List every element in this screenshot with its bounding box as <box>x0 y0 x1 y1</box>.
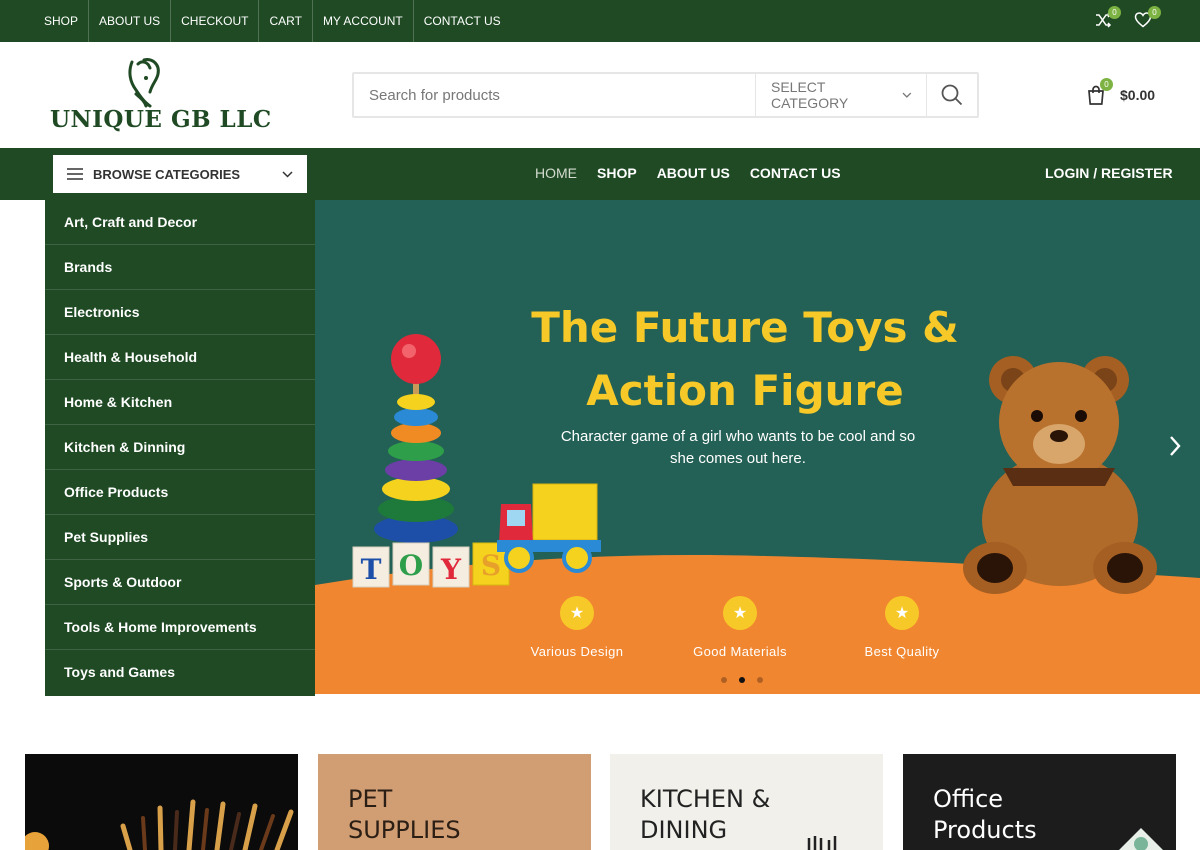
svg-text:Y: Y <box>440 553 462 586</box>
slider-dot-1[interactable] <box>721 677 727 683</box>
slider-next-button[interactable] <box>1168 434 1182 463</box>
logo-text: UNIQUE GB LLC <box>50 106 272 133</box>
hero-title: The Future Toys & Action Figure <box>531 303 959 415</box>
top-nav: SHOP ABOUT US CHECKOUT CART MY ACCOUNT C… <box>32 0 511 42</box>
menu-icon <box>67 168 83 180</box>
stacking-rings-toy-image: T O Y S <box>352 334 510 588</box>
compare-count-badge: 0 <box>1108 6 1121 19</box>
category-select-label: SELECT CATEGORY <box>771 79 849 111</box>
site-header: UNIQUE GB LLC SELECT CATEGORY 0 $0.00 <box>0 42 1200 148</box>
svg-text:O: O <box>399 549 423 582</box>
site-logo[interactable]: UNIQUE GB LLC <box>50 56 271 136</box>
tile-title: Office Products <box>933 785 1037 844</box>
feature-label: Various Design <box>530 644 624 659</box>
main-nav: HOME SHOP ABOUT US CONTACT US <box>527 148 853 200</box>
main-nav-home[interactable]: HOME <box>527 148 585 200</box>
wishlist-button[interactable]: 0 <box>1134 6 1161 29</box>
office-item-image <box>1119 828 1163 850</box>
category-item-sports-outdoor[interactable]: Sports & Outdoor <box>45 560 315 605</box>
feature-label: Best Quality <box>864 644 940 659</box>
toy-truck-image <box>497 483 601 573</box>
tile-title: PET SUPPLIES <box>348 785 461 844</box>
chevron-down-icon <box>282 170 293 178</box>
top-nav-shop[interactable]: SHOP <box>32 0 90 42</box>
browse-categories-label: BROWSE CATEGORIES <box>93 166 241 182</box>
category-item-art-craft-decor[interactable]: Art, Craft and Decor <box>45 200 315 245</box>
teddy-bear-image <box>963 356 1157 594</box>
category-item-electronics[interactable]: Electronics <box>45 290 315 335</box>
slider-pagination <box>721 677 763 683</box>
category-item-health-household[interactable]: Health & Household <box>45 335 315 380</box>
main-nav-shop[interactable]: SHOP <box>589 148 645 200</box>
feature-good-materials: ★ Good Materials <box>675 596 805 659</box>
goat-logo-icon <box>128 58 160 108</box>
feature-label: Good Materials <box>693 644 787 659</box>
category-tile-kitchen-dining[interactable]: KITCHEN & DINING <box>610 754 883 850</box>
main-nav-contact-us[interactable]: CONTACT US <box>742 148 849 200</box>
top-nav-contact-us[interactable]: CONTACT US <box>414 0 511 42</box>
category-item-brands[interactable]: Brands <box>45 245 315 290</box>
top-bar: SHOP ABOUT US CHECKOUT CART MY ACCOUNT C… <box>0 0 1200 42</box>
category-item-tools-home-improvements[interactable]: Tools & Home Improvements <box>45 605 315 650</box>
category-tile-art[interactable] <box>25 754 298 850</box>
svg-text:T: T <box>361 553 382 586</box>
cart-total: $0.00 <box>1120 87 1156 103</box>
search-button[interactable] <box>926 74 977 116</box>
category-tile-office-products[interactable]: Office Products <box>903 754 1176 850</box>
category-menu: Art, Craft and Decor Brands Electronics … <box>45 200 315 696</box>
star-icon: ★ <box>560 596 594 630</box>
login-register-link[interactable]: LOGIN / REGISTER <box>1045 148 1173 198</box>
brushes-image <box>25 799 294 850</box>
category-item-home-kitchen[interactable]: Home & Kitchen <box>45 380 315 425</box>
star-icon: ★ <box>885 596 919 630</box>
star-icon: ★ <box>723 596 757 630</box>
main-nav-bar: BROWSE CATEGORIES HOME SHOP ABOUT US CON… <box>0 148 1200 200</box>
category-item-office-products[interactable]: Office Products <box>45 470 315 515</box>
top-nav-my-account[interactable]: MY ACCOUNT <box>313 0 414 42</box>
top-icons: 0 0 <box>1094 6 1161 29</box>
header-cart[interactable]: 0 $0.00 <box>1086 78 1156 106</box>
search-icon <box>941 84 963 106</box>
category-select[interactable]: SELECT CATEGORY <box>755 74 926 116</box>
wishlist-count-badge: 0 <box>1148 6 1161 19</box>
feature-best-quality: ★ Best Quality <box>837 596 967 659</box>
product-search: SELECT CATEGORY <box>352 72 979 118</box>
hero-subtitle: Character game of a girl who wants to be… <box>560 428 916 467</box>
slider-dot-2[interactable] <box>739 677 745 683</box>
cart-count-badge: 0 <box>1100 78 1113 91</box>
chevron-down-icon <box>902 92 912 98</box>
browse-categories-button[interactable]: BROWSE CATEGORIES <box>53 155 307 193</box>
top-nav-cart[interactable]: CART <box>259 0 313 42</box>
feature-various-design: ★ Various Design <box>512 596 642 659</box>
top-nav-checkout[interactable]: CHECKOUT <box>171 0 260 42</box>
chevron-right-icon <box>1170 436 1181 456</box>
tile-title: KITCHEN & DINING <box>640 785 771 844</box>
category-item-toys-games[interactable]: Toys and Games <box>45 650 315 695</box>
category-item-kitchen-dinning[interactable]: Kitchen & Dinning <box>45 425 315 470</box>
utensils-image <box>807 836 837 850</box>
hero-slider: T O Y S The Future Toys & Action Figure <box>315 200 1200 694</box>
category-item-pet-supplies[interactable]: Pet Supplies <box>45 515 315 560</box>
top-nav-about-us[interactable]: ABOUT US <box>89 0 172 42</box>
slider-dot-3[interactable] <box>757 677 763 683</box>
search-input[interactable] <box>354 74 755 116</box>
cart-button[interactable]: 0 <box>1086 78 1113 106</box>
compare-button[interactable]: 0 <box>1094 6 1121 29</box>
main-nav-about-us[interactable]: ABOUT US <box>649 148 738 200</box>
category-tile-pet-supplies[interactable]: PET SUPPLIES <box>318 754 591 850</box>
